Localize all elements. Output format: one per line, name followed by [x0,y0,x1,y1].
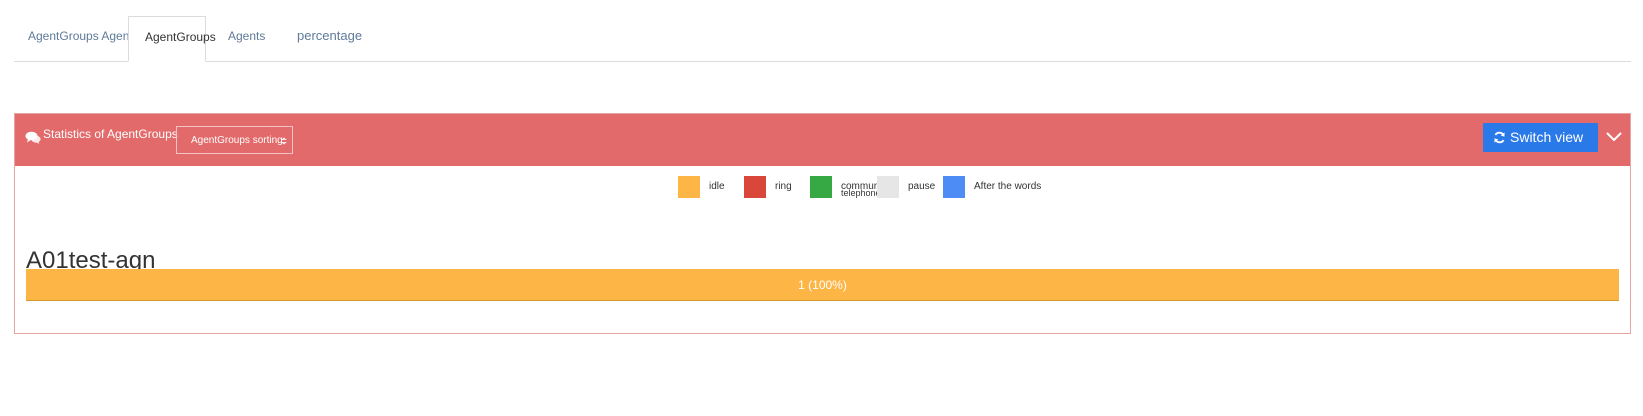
legend-item-after-the-words[interactable]: After the words [943,176,1053,200]
status-bar: 1 (100%) [26,269,1619,301]
bar-segment-label: 1 (100%) [798,278,847,292]
legend-label-pause: pause [908,181,936,192]
legend-item-pause[interactable]: pause [877,176,937,200]
chart-legend: idle ring communicat telephone pause Aft… [15,176,1630,202]
legend-label-after-the-words: After the words [974,181,1042,192]
panel-header: Statistics of AgentGroups AgentGroups so… [15,114,1630,166]
legend-sublabel-telephone: telephone [841,188,881,198]
switch-view-label: Switch view [1510,129,1584,145]
legend-swatch-communicate [810,176,832,198]
legend-swatch-after-the-words [943,176,965,198]
legend-item-communicate[interactable]: communicat telephone [810,176,895,200]
chevron-down-icon[interactable] [1605,128,1623,146]
legend-swatch-idle [678,176,700,198]
sort-label: AgentGroups sorting [191,135,283,146]
tab-agentgroups-agents[interactable]: AgentGroups Agents [28,16,139,61]
tab-bar: AgentGroups Agents AgentGroups Agents pe… [14,16,1631,62]
legend-swatch-pause [877,176,899,198]
legend-item-idle[interactable]: idle [678,176,738,200]
statistics-panel: Statistics of AgentGroups AgentGroups so… [14,113,1631,334]
switch-view-button[interactable]: Switch view [1483,123,1598,152]
sort-icon [281,137,287,145]
refresh-icon [1494,131,1505,144]
sort-agentgroups-button[interactable]: AgentGroups sorting [176,126,293,154]
legend-label-ring: ring [775,181,792,192]
legend-label-idle: idle [709,181,725,192]
legend-item-ring[interactable]: ring [744,176,804,200]
tab-agentgroups[interactable]: AgentGroups [128,16,216,62]
chat-icon [25,131,41,144]
tab-percentage[interactable]: percentage [297,16,362,61]
tab-agents[interactable]: Agents [228,16,265,61]
legend-swatch-ring [744,176,766,198]
panel-title: Statistics of AgentGroups [43,127,178,141]
